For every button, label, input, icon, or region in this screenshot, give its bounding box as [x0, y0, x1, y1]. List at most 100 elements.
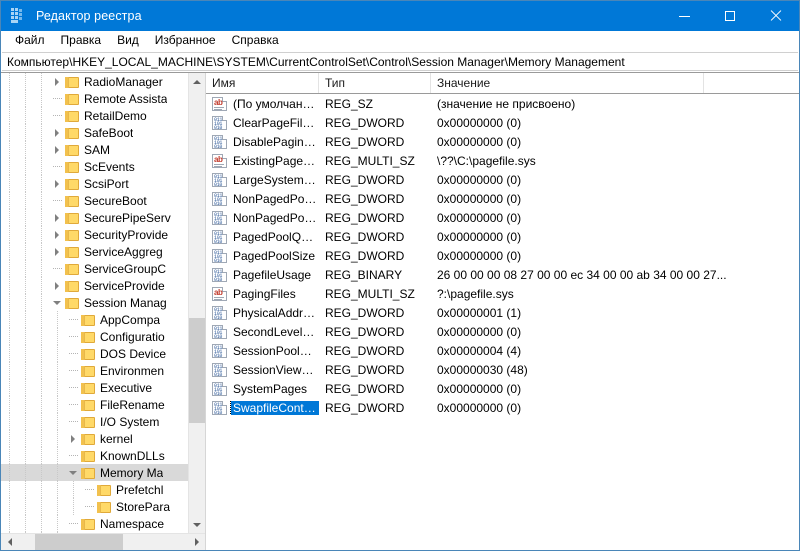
menu-edit[interactable]: Правка	[53, 31, 110, 51]
tree-item-serviceprovide[interactable]: ServiceProvide	[1, 277, 188, 294]
tree-expander[interactable]	[49, 277, 65, 294]
table-row[interactable]: 011 101 010 PagedPoolSize REG_DWORD 0x0000000…	[206, 246, 799, 265]
close-button[interactable]	[753, 1, 799, 31]
tree-expander[interactable]	[49, 175, 65, 192]
tree-item-label: ServiceGroupC	[84, 261, 167, 276]
tree-item-filerename[interactable]: FileRename	[1, 396, 188, 413]
tree-item-executive[interactable]: Executive	[1, 379, 188, 396]
tree-item-prefetchl[interactable]: Prefetchl	[1, 481, 188, 498]
table-row[interactable]: 011101010 PhysicalAddressE... REG_DWORD 0x0…	[206, 303, 799, 322]
tree-expander[interactable]	[65, 430, 81, 447]
tree-item-kernel[interactable]: kernel	[1, 430, 188, 447]
tree-scroll-right-button[interactable]	[188, 534, 205, 550]
tree-item-dos-device[interactable]: DOS Device	[1, 345, 188, 362]
column-header-value[interactable]: Значение	[431, 73, 704, 93]
table-row[interactable]: 011 101 010 SystemPages REG_DWORD 0x00000000 …	[206, 379, 799, 398]
menu-help[interactable]: Справка	[224, 31, 287, 51]
tree-indent-guide	[1, 345, 17, 362]
chevron-right-icon	[55, 179, 59, 188]
tree-expander[interactable]	[65, 464, 81, 481]
table-row[interactable]: 011 101 010 SwapfileControl REG_DWORD 0x00000…	[206, 398, 799, 417]
tree-expander[interactable]	[49, 226, 65, 243]
tree-hscroll-track[interactable]	[18, 534, 188, 550]
tree-indent-guide	[17, 362, 33, 379]
table-row[interactable]: 011101010 DisablePagingEx... REG_DWORD 0x00…	[206, 132, 799, 151]
address-bar[interactable]: Компьютер\HKEY_LOCAL_MACHINE\SYSTEM\Curr…	[2, 52, 798, 71]
value-name-cell: 011 101 010 PagefileUsage	[206, 267, 319, 282]
table-row[interactable]: ab PagingFiles REG_MULTI_SZ ?:\pagefile.sys	[206, 284, 799, 303]
table-row[interactable]: 011101010 SecondLevelDat... REG_DWORD 0x000…	[206, 322, 799, 341]
tree-indent-guide	[33, 124, 49, 141]
menu-file[interactable]: Файл	[7, 31, 53, 51]
tree-item-namespace[interactable]: Namespace	[1, 515, 188, 532]
tree-item-secureboot[interactable]: SecureBoot	[1, 192, 188, 209]
tree-vscroll-thumb[interactable]	[189, 318, 205, 423]
tree-item-securepipeserv[interactable]: SecurePipeServ	[1, 209, 188, 226]
tree-item-appcompa[interactable]: AppCompa	[1, 311, 188, 328]
tree-vscroll-track[interactable]	[189, 90, 205, 516]
value-data-cell: 0x00000000 (0)	[437, 210, 522, 225]
tree-item-memory-ma[interactable]: Memory Ma	[1, 464, 188, 481]
tree-scroll-down-button[interactable]	[189, 516, 205, 533]
value-name-cell: 011101010 ClearPageFileAtS...	[206, 115, 319, 130]
tree-expander[interactable]	[49, 141, 65, 158]
value-name-text: PagedPoolSize	[233, 248, 316, 263]
tree-item-session-manag[interactable]: Session Manag	[1, 294, 188, 311]
menu-favorites[interactable]: Избранное	[147, 31, 224, 51]
tree-item-serviceaggreg[interactable]: ServiceAggreg	[1, 243, 188, 260]
tree-indent-guide	[33, 294, 49, 311]
minimize-button[interactable]	[661, 1, 707, 31]
tree-item-retaildemo[interactable]: RetailDemo	[1, 107, 188, 124]
tree-item-sam[interactable]: SAM	[1, 141, 188, 158]
registry-tree[interactable]: RadioManager Remote Assista RetailDemo Safe…	[1, 73, 188, 533]
tree-item-radiomanager[interactable]: RadioManager	[1, 73, 188, 90]
column-header-name[interactable]: Имя	[206, 73, 319, 93]
tree-item-knowndlls[interactable]: KnownDLLs	[1, 447, 188, 464]
tree-item-safeboot[interactable]: SafeBoot	[1, 124, 188, 141]
tree-indent-guide	[17, 158, 33, 175]
tree-item-scsiport[interactable]: ScsiPort	[1, 175, 188, 192]
column-header-empty[interactable]	[704, 73, 799, 93]
window-title: Редактор реестра	[36, 9, 142, 23]
registry-values-list[interactable]: ab (По умолчанию) REG_SZ (значение не присв…	[206, 94, 799, 550]
tree-item-environmen[interactable]: Environmen	[1, 362, 188, 379]
maximize-button[interactable]	[707, 1, 753, 31]
table-row[interactable]: 011 101 010 SessionPoolSize REG_DWORD 0x00000…	[206, 341, 799, 360]
folder-icon	[81, 382, 95, 394]
tree-item-configuratio[interactable]: Configuratio	[1, 328, 188, 345]
tree-indent-guide	[33, 464, 49, 481]
tree-indent-guide	[33, 532, 49, 533]
tree-indent-guide	[33, 277, 49, 294]
tree-item-i-o-system[interactable]: I/O System	[1, 413, 188, 430]
tree-indent-guide	[17, 243, 33, 260]
table-row[interactable]: 011101010 NonPagedPoolSi... REG_DWORD 0x000…	[206, 208, 799, 227]
column-header-type[interactable]: Тип	[319, 73, 431, 93]
tree-expander[interactable]	[49, 209, 65, 226]
table-row[interactable]: 011 101 010 SessionViewSize REG_DWORD 0x00000…	[206, 360, 799, 379]
tree-horizontal-scrollbar[interactable]	[1, 533, 205, 550]
tree-hscroll-thumb[interactable]	[35, 534, 123, 550]
window-controls	[661, 1, 799, 31]
tree-item-power[interactable]: Power	[1, 532, 188, 533]
table-row[interactable]: 011101010 ClearPageFileAtS... REG_DWORD 0x0…	[206, 113, 799, 132]
tree-expander[interactable]	[49, 294, 65, 311]
tree-item-storepara[interactable]: StorePara	[1, 498, 188, 515]
table-row[interactable]: 011 101 010 PagefileUsage REG_BINARY 26 00 00…	[206, 265, 799, 284]
table-row[interactable]: ab ExistingPageFiles REG_MULTI_SZ \??\C:\pa…	[206, 151, 799, 170]
table-row[interactable]: 011101010 NonPagedPoolQ... REG_DWORD 0x0000…	[206, 189, 799, 208]
tree-item-remote-assista[interactable]: Remote Assista	[1, 90, 188, 107]
tree-expander[interactable]	[49, 73, 65, 90]
table-row[interactable]: ab (По умолчанию) REG_SZ (значение не присв…	[206, 94, 799, 113]
menu-view[interactable]: Вид	[109, 31, 147, 51]
value-name-cell: 011 101 010 SwapfileControl	[206, 400, 319, 415]
tree-item-servicegroupc[interactable]: ServiceGroupC	[1, 260, 188, 277]
table-row[interactable]: 011 101 010 PagedPoolQuota REG_DWORD 0x000000…	[206, 227, 799, 246]
tree-vertical-scrollbar[interactable]	[188, 73, 205, 533]
tree-item-scevents[interactable]: ScEvents	[1, 158, 188, 175]
tree-expander[interactable]	[49, 243, 65, 260]
tree-scroll-left-button[interactable]	[1, 534, 18, 550]
tree-item-securityprovide[interactable]: SecurityProvide	[1, 226, 188, 243]
tree-scroll-up-button[interactable]	[189, 73, 205, 90]
table-row[interactable]: 011101010 LargeSystemCac... REG_DWORD 0x000…	[206, 170, 799, 189]
tree-expander[interactable]	[49, 124, 65, 141]
